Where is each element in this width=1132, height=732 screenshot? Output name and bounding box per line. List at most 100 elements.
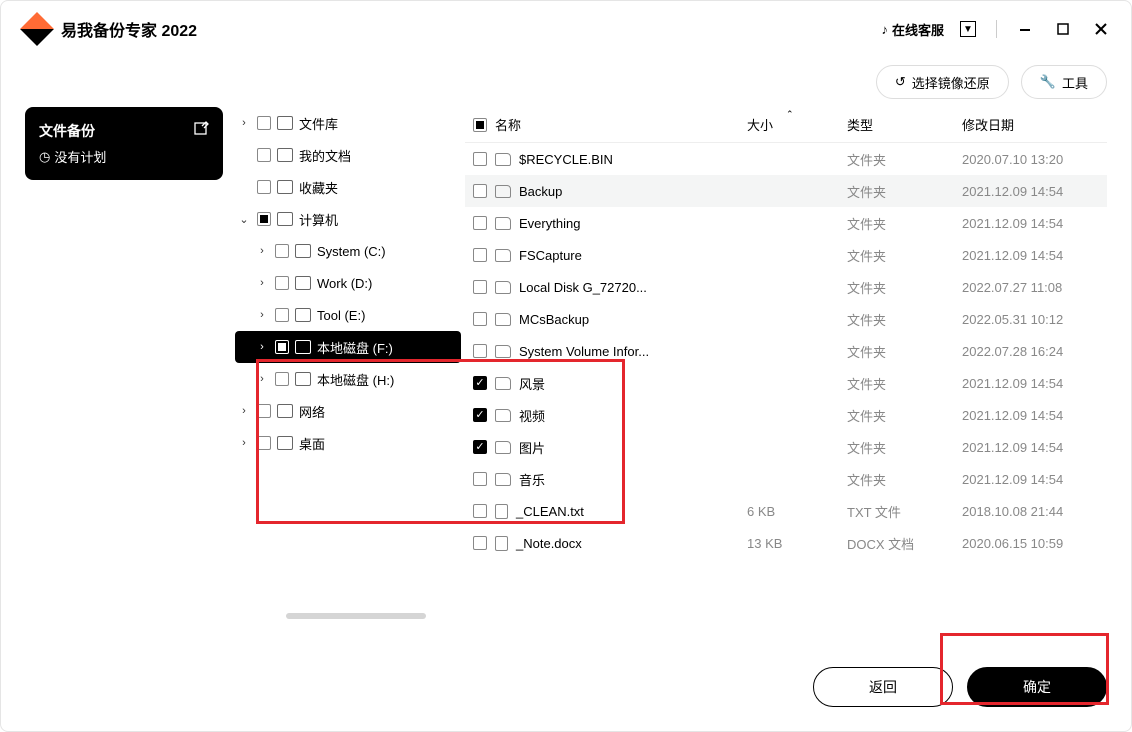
folder-icon [495,473,511,486]
task-card[interactable]: 文件备份 ◷没有计划 [25,107,223,180]
file-date: 2021.12.09 14:54 [962,248,1107,263]
dropdown-button[interactable]: ▼ [954,15,982,43]
tree-item[interactable]: ›网络 [235,395,461,427]
folder-icon [495,377,511,390]
tree-item[interactable]: ›Tool (E:) [235,299,461,331]
close-button[interactable] [1087,15,1115,43]
chevron-icon[interactable]: › [237,117,251,129]
folder-icon [495,441,511,454]
file-row[interactable]: Backup文件夹2021.12.09 14:54 [465,175,1107,207]
file-type: 文件夹 [847,342,962,361]
tree-checkbox[interactable] [257,116,271,130]
online-service-link[interactable]: ♪ 在线客服 [881,20,944,39]
file-date: 2022.07.27 11:08 [962,280,1107,295]
tree-checkbox[interactable] [257,404,271,418]
tree-checkbox[interactable] [257,436,271,450]
col-name-label[interactable]: 名称 [495,115,521,134]
tree-item[interactable]: ›System (C:) [235,235,461,267]
file-row[interactable]: $RECYCLE.BIN文件夹2020.07.10 13:20 [465,143,1107,175]
tree-scrollbar[interactable] [286,613,426,619]
tree-checkbox[interactable] [275,244,289,258]
chevron-icon[interactable]: › [255,245,269,257]
file-row[interactable]: 视频文件夹2021.12.09 14:54 [465,399,1107,431]
file-name: System Volume Infor... [519,344,649,359]
tree-checkbox[interactable] [257,180,271,194]
disk-icon [295,340,311,354]
file-checkbox[interactable] [473,504,487,518]
minimize-button[interactable] [1011,15,1039,43]
file-name: _CLEAN.txt [516,504,584,519]
file-row[interactable]: Everything文件夹2021.12.09 14:54 [465,207,1107,239]
file-type: 文件夹 [847,150,962,169]
chevron-icon[interactable]: ⌄ [237,213,251,226]
file-row[interactable]: 图片文件夹2021.12.09 14:54 [465,431,1107,463]
file-checkbox[interactable] [473,376,487,390]
file-row[interactable]: Local Disk G_72720...文件夹2022.07.27 11:08 [465,271,1107,303]
file-checkbox[interactable] [473,408,487,422]
file-row[interactable]: System Volume Infor... 文件夹2022.07.28 16:2… [465,335,1107,367]
tools-button[interactable]: 🔧 工具 [1021,65,1107,99]
file-checkbox[interactable] [473,536,487,550]
maximize-button[interactable] [1049,15,1077,43]
tree-checkbox[interactable] [275,276,289,290]
headset-icon: ♪ [881,22,888,37]
chevron-icon[interactable]: › [255,373,269,385]
tree-item[interactable]: ›本地磁盘 (F:) [235,331,461,363]
col-type-label[interactable]: 类型 [847,115,962,134]
net-icon [277,404,293,418]
file-date: 2022.07.28 16:24 [962,344,1107,359]
file-checkbox[interactable] [473,248,487,262]
file-icon [495,536,508,551]
tree-checkbox[interactable] [275,372,289,386]
tree-label: Work (D:) [317,276,372,291]
ok-button[interactable]: 确定 [967,667,1107,707]
file-row[interactable]: 音乐文件夹2021.12.09 14:54 [465,463,1107,495]
file-checkbox[interactable] [473,152,487,166]
file-type: 文件夹 [847,246,962,265]
file-row[interactable]: _Note.docx13 KBDOCX 文档2020.06.15 10:59 [465,527,1107,559]
tree-checkbox[interactable] [257,148,271,162]
tree-item[interactable]: › Work (D:) [235,267,461,299]
pc-icon [277,212,293,226]
folder-icon [495,217,511,230]
tree-checkbox[interactable] [275,308,289,322]
file-row[interactable]: MCsBackup文件夹2022.05.31 10:12 [465,303,1107,335]
tree-item[interactable]: 收藏夹 [235,171,461,203]
restore-label: 选择镜像还原 [912,73,990,92]
tree-item[interactable]: ›桌面 [235,427,461,459]
chevron-icon[interactable]: › [237,437,251,449]
file-date: 2021.12.09 14:54 [962,472,1107,487]
folder-icon [495,409,511,422]
chevron-icon[interactable]: › [255,341,269,353]
col-date-label[interactable]: 修改日期 [962,115,1107,134]
file-checkbox[interactable] [473,472,487,486]
file-date: 2020.07.10 13:20 [962,152,1107,167]
file-checkbox[interactable] [473,440,487,454]
chevron-icon[interactable]: › [237,405,251,417]
col-size-label[interactable]: 大小 [747,115,847,134]
tree-item[interactable]: 我的文档 [235,139,461,171]
tree-item[interactable]: ⌄计算机 [235,203,461,235]
file-row[interactable]: 风景文件夹2021.12.09 14:54 [465,367,1107,399]
refresh-icon: ↺ [895,74,906,90]
file-checkbox[interactable] [473,344,487,358]
app-title: 易我备份专家 2022 [61,17,197,41]
file-checkbox[interactable] [473,216,487,230]
back-button[interactable]: 返回 [813,667,953,707]
file-checkbox[interactable] [473,280,487,294]
edit-icon[interactable] [193,121,209,142]
chevron-icon[interactable]: › [255,309,269,321]
chevron-icon[interactable]: › [255,277,269,289]
tree-item[interactable]: ›文件库 [235,107,461,139]
file-checkbox[interactable] [473,312,487,326]
file-type: 文件夹 [847,310,962,329]
file-checkbox[interactable] [473,184,487,198]
tree-checkbox[interactable] [275,340,289,354]
file-type: DOCX 文档 [847,534,962,553]
file-row[interactable]: _CLEAN.txt6 KBTXT 文件2018.10.08 21:44 [465,495,1107,527]
select-all-checkbox[interactable] [473,118,487,132]
tree-checkbox[interactable] [257,212,271,226]
restore-image-button[interactable]: ↺ 选择镜像还原 [876,65,1009,99]
tree-item[interactable]: ›本地磁盘 (H:) [235,363,461,395]
file-row[interactable]: FSCapture文件夹2021.12.09 14:54 [465,239,1107,271]
